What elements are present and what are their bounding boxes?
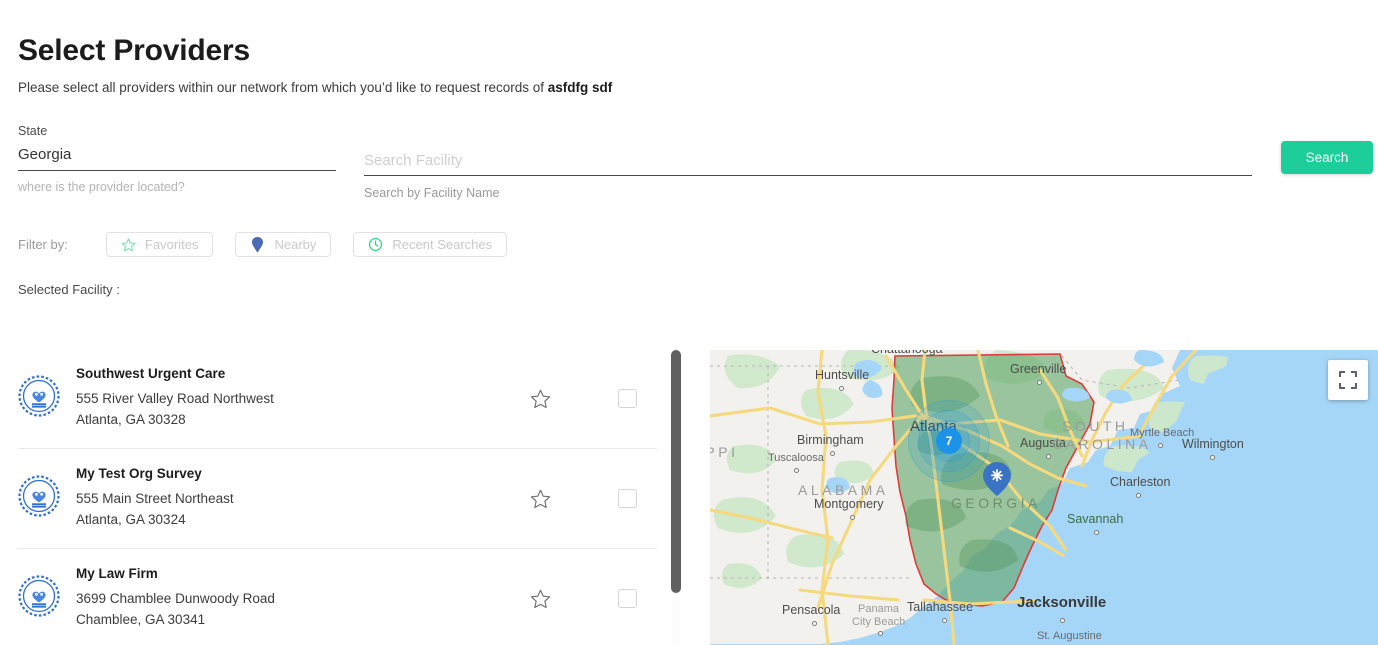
favorite-toggle-cell xyxy=(508,388,572,409)
map-dot-panama-city-beach xyxy=(878,631,883,636)
state-hint: where is the provider located? xyxy=(18,180,336,194)
facility-address-line1: 555 Main Street Northeast xyxy=(76,488,538,509)
search-facility-input[interactable] xyxy=(364,150,1252,176)
map-dot-huntsville xyxy=(839,386,844,391)
filter-chip-recent-searches-label: Recent Searches xyxy=(392,237,492,252)
select-facility-cell xyxy=(572,489,682,508)
map-cluster-marker[interactable]: 7 xyxy=(936,428,962,454)
map-dot-savannah xyxy=(1094,530,1099,535)
map-dot-birmingham xyxy=(830,451,835,456)
facility-address-line1: 555 River Valley Road Northwest xyxy=(76,388,538,409)
facility-logo-icon xyxy=(18,375,60,422)
favorite-toggle-cell xyxy=(508,588,572,609)
map-dot-pensacola xyxy=(812,621,817,626)
subtitle-subject: asfdfg sdf xyxy=(548,80,613,95)
facility-address-line2: Atlanta, GA 30328 xyxy=(76,409,538,430)
facility-info: My Law Firm 3699 Chamblee Dunwoody Road … xyxy=(76,566,538,630)
state-input[interactable] xyxy=(18,144,336,171)
facility-checkbox[interactable] xyxy=(618,389,637,408)
facility-name: My Test Org Survey xyxy=(76,466,538,481)
state-label: State xyxy=(18,124,336,138)
fullscreen-icon xyxy=(1339,371,1357,389)
facility-list: Southwest Urgent Care 555 River Valley R… xyxy=(0,348,682,645)
facility-address-line1: 3699 Chamblee Dunwoody Road xyxy=(76,588,538,609)
facility-checkbox[interactable] xyxy=(618,489,637,508)
filter-by-label: Filter by: xyxy=(18,237,106,252)
map-dot-myrtle-beach xyxy=(1158,443,1163,448)
filter-chip-favorites-label: Favorites xyxy=(145,237,198,252)
map-dot-augusta xyxy=(1046,454,1051,459)
map-dot-tuscaloosa xyxy=(794,468,799,473)
search-button[interactable]: Search xyxy=(1281,141,1373,174)
favorite-star-icon[interactable] xyxy=(530,588,551,609)
map-dot-montgomery xyxy=(850,515,855,520)
facility-logo-icon xyxy=(18,475,60,522)
favorite-star-icon[interactable] xyxy=(530,488,551,509)
select-facility-cell xyxy=(572,389,682,408)
facility-hint: Search by Facility Name xyxy=(364,186,1252,200)
clock-icon xyxy=(368,237,383,252)
filter-bar: Filter by: Favorites Nearby Recent Searc… xyxy=(18,232,529,257)
map-dot-charleston xyxy=(1136,493,1141,498)
facility-list-scrollbar-thumb[interactable] xyxy=(671,350,681,593)
map-dot-jacksonville xyxy=(1060,618,1065,623)
page-title: Select Providers xyxy=(18,34,250,68)
facility-address-line2: Atlanta, GA 30324 xyxy=(76,509,538,530)
facility-info: My Test Org Survey 555 Main Street North… xyxy=(76,466,538,530)
medical-pin-icon xyxy=(982,462,1012,496)
provider-map[interactable]: Chattanooga Huntsville Greenville Wilmin… xyxy=(710,350,1378,645)
map-dot-tallahassee xyxy=(942,618,947,623)
map-canvas xyxy=(710,350,1378,645)
filter-chip-favorites[interactable]: Favorites xyxy=(106,232,213,257)
filter-chip-nearby[interactable]: Nearby xyxy=(235,232,331,257)
selected-facility-label: Selected Facility : xyxy=(18,282,120,297)
facility-list-item[interactable]: My Law Firm 3699 Chamblee Dunwoody Road … xyxy=(0,548,682,645)
filter-chip-recent-searches[interactable]: Recent Searches xyxy=(353,232,507,257)
facility-address-line2: Chamblee, GA 30341 xyxy=(76,609,538,630)
select-providers-page: Select Providers Please select all provi… xyxy=(0,0,1378,645)
facility-checkbox[interactable] xyxy=(618,589,637,608)
map-dot-greenville xyxy=(1037,380,1042,385)
facility-field-group: Search by Facility Name xyxy=(364,150,1252,200)
filter-chip-nearby-label: Nearby xyxy=(274,237,316,252)
fullscreen-button[interactable] xyxy=(1328,360,1368,400)
facility-name: My Law Firm xyxy=(76,566,538,581)
facility-list-item[interactable]: Southwest Urgent Care 555 River Valley R… xyxy=(0,348,682,448)
facility-name: Southwest Urgent Care xyxy=(76,366,538,381)
star-icon xyxy=(121,237,136,252)
favorite-toggle-cell xyxy=(508,488,572,509)
facility-logo-icon xyxy=(18,575,60,622)
facility-info: Southwest Urgent Care 555 River Valley R… xyxy=(76,366,538,430)
favorite-star-icon[interactable] xyxy=(530,388,551,409)
state-field-group: State where is the provider located? xyxy=(18,124,336,194)
map-pin-icon xyxy=(250,237,265,253)
select-facility-cell xyxy=(572,589,682,608)
map-dot-wilmington xyxy=(1210,455,1215,460)
page-subtitle: Please select all providers within our n… xyxy=(18,80,612,95)
subtitle-text: Please select all providers within our n… xyxy=(18,80,548,95)
facility-list-item[interactable]: My Test Org Survey 555 Main Street North… xyxy=(0,448,682,548)
map-provider-marker[interactable] xyxy=(982,462,1012,496)
